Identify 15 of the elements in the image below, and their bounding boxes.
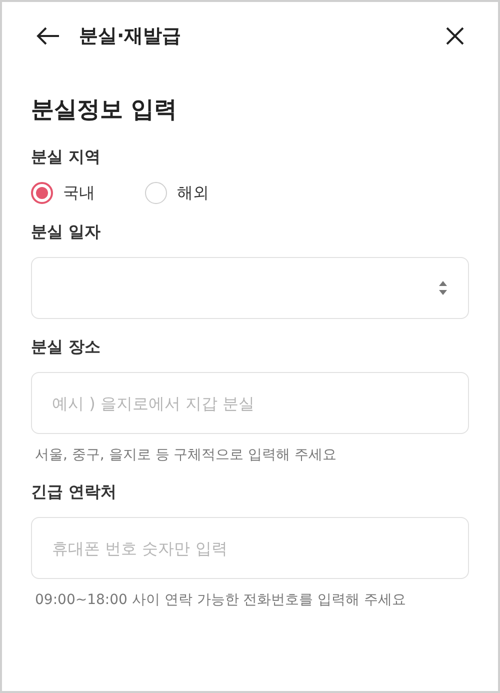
hint-text: 서울, 중구, 을지로 등 구체적으로 입력해 주세요	[35, 446, 338, 464]
field-label: 분실 지역	[31, 147, 102, 168]
field-label: 긴급 연락처	[31, 482, 118, 503]
radio-option[interactable]: 국내	[31, 182, 95, 204]
field-label: 분실 장소	[31, 337, 102, 358]
hint-text: 09:00~18:00 사이 연락 가능한 전화번호를 입력해 주세요	[35, 591, 408, 609]
header-title: 분실·재발급	[79, 24, 182, 49]
field-label: 분실 일자	[31, 222, 102, 243]
section-title: 분실정보 입력	[31, 96, 178, 125]
text-input-field[interactable]: 예시 ) 을지로에서 지갑 분실	[31, 372, 469, 434]
back-arrow-icon	[35, 26, 61, 46]
close-icon	[445, 26, 465, 46]
text-input-field[interactable]: 휴대폰 번호 숫자만 입력	[31, 517, 469, 579]
radio-option[interactable]: 해외	[145, 182, 209, 204]
sort-caret-icon	[438, 280, 448, 296]
